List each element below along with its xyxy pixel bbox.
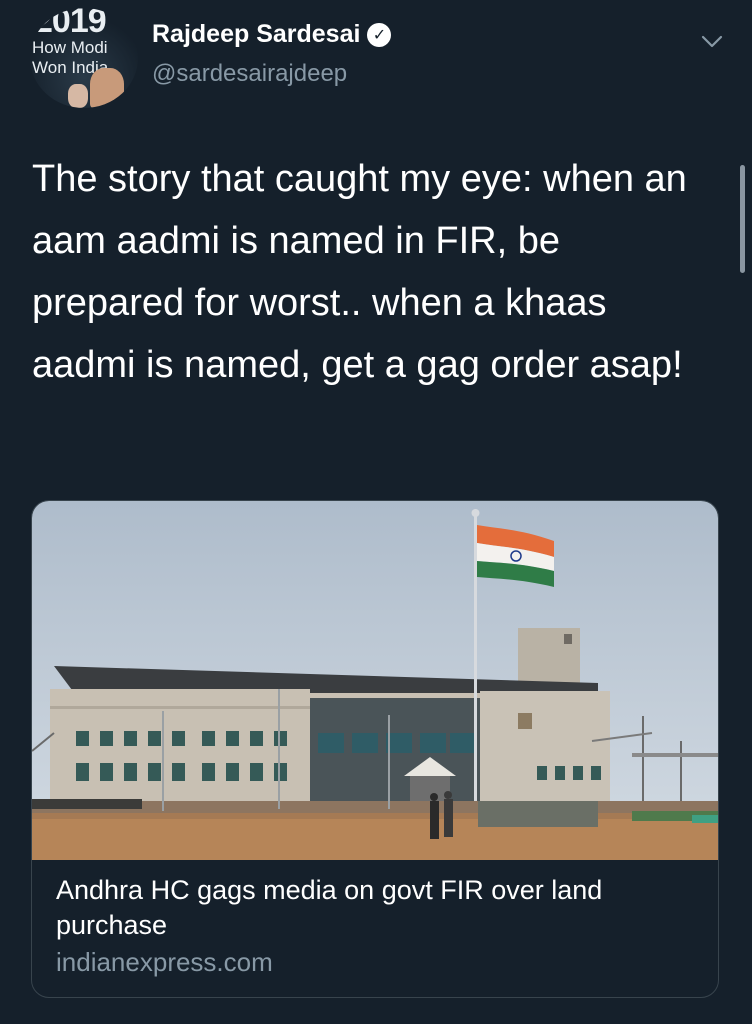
tweet-text: The story that caught my eye: when an aa… xyxy=(32,158,687,386)
card-image[interactable] xyxy=(32,501,718,860)
avatar-figure xyxy=(90,68,124,108)
avatar[interactable]: 2019 How Modi Won India xyxy=(30,8,138,108)
chevron-down-icon[interactable] xyxy=(698,28,726,56)
avatar-line1-text: How Modi xyxy=(32,38,108,57)
author-handle[interactable]: @sardesairajdeep xyxy=(152,60,347,88)
link-card[interactable]: Andhra HC gags media on govt FIR over la… xyxy=(31,500,719,998)
author-name-row[interactable]: Rajdeep Sardesai ✓ xyxy=(152,20,392,49)
card-body[interactable]: Andhra HC gags media on govt FIR over la… xyxy=(56,873,696,980)
card-domain: indianexpress.com xyxy=(56,947,273,977)
display-name[interactable]: Rajdeep Sardesai xyxy=(152,20,360,49)
avatar-year-text: 2019 xyxy=(34,8,107,40)
avatar-figure xyxy=(68,84,88,108)
tweet-header: 2019 How Modi Won India Rajdeep Sardesai… xyxy=(30,8,730,108)
scrollbar[interactable] xyxy=(740,165,745,273)
verified-badge-icon: ✓ xyxy=(367,22,392,47)
card-title[interactable]: Andhra HC gags media on govt FIR over la… xyxy=(56,873,696,943)
